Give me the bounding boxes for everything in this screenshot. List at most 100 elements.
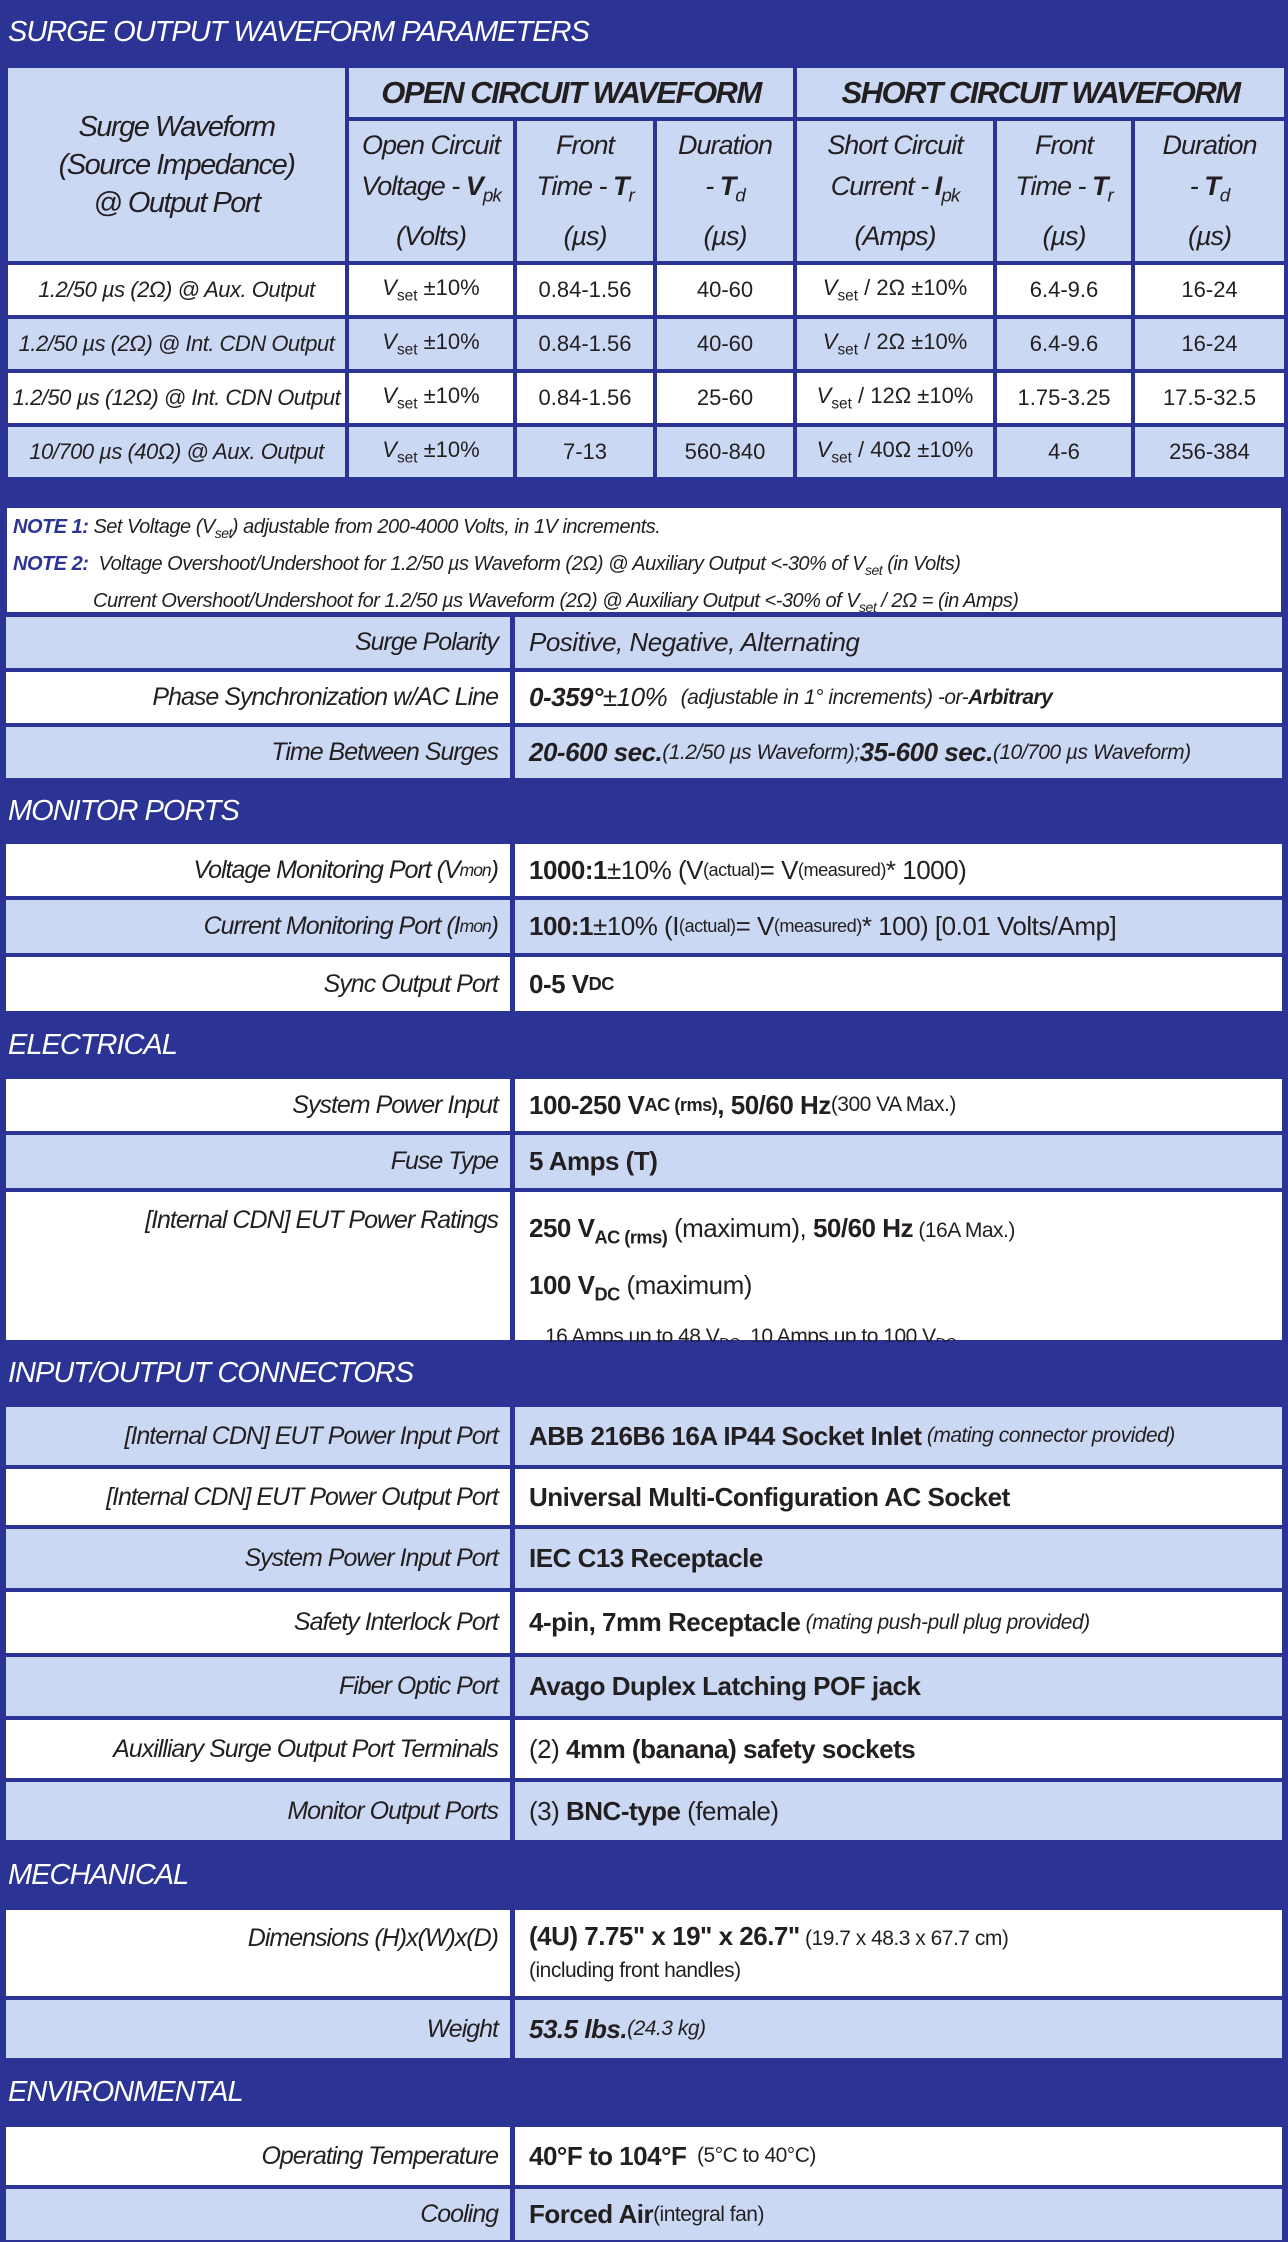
value-bold: Universal Multi-Configuration AC Socket xyxy=(529,1481,1010,1512)
waveform-cell: 10/700 µs (40Ω) @ Aux. Output xyxy=(4,423,349,481)
spec-row-sync-output: Sync Output Port 0-5 V DC xyxy=(4,955,1284,1013)
duration-sc-cell: 17.5-32.5 xyxy=(1131,369,1288,427)
spec-label: Weight xyxy=(4,1998,513,2060)
divisor: / 40Ω ±10% xyxy=(858,436,974,462)
subscript: (measured) xyxy=(797,859,887,880)
spec-row-system-power-input: System Power Input 100-250 V AC (rms), 50… xyxy=(4,1077,1284,1133)
spec-value: Avago Duplex Latching POF jack xyxy=(513,1655,1284,1718)
value-line: 100 VDC (maximum) xyxy=(529,1261,752,1318)
value-text: = V xyxy=(735,911,775,941)
value-text: * 100) [0.01 Volts/Amp] xyxy=(861,911,1117,941)
header-line: Front xyxy=(1035,129,1094,160)
header-unit: (Amps) xyxy=(854,221,937,252)
spec-value: 100:1 ±10% (I (actual) = V (measured) * 10… xyxy=(513,898,1284,955)
section-header-mechanical: MECHANICAL xyxy=(0,1842,1288,1908)
header-unit: (µs) xyxy=(563,221,607,252)
column-header: Short Circuit Current - Ipk (Amps) xyxy=(793,117,998,265)
section-title: SURGE OUTPUT WAVEFORM PARAMETERS xyxy=(8,15,590,48)
value-note: (10/700 µs Waveform) xyxy=(992,740,1191,764)
table-row: 1.2/50 µs (2Ω) @ Aux. Output Vset ±10% 0.8… xyxy=(4,261,1288,319)
header-text: Current - xyxy=(830,170,935,201)
open-circuit-group-header: OPEN CIRCUIT WAVEFORM xyxy=(344,64,798,121)
value-bold: 4-pin, 7mm Receptacle xyxy=(529,1607,801,1637)
section-title: ENVIRONMENTAL xyxy=(8,2076,244,2108)
value-note: (1.2/50 µs Waveform); xyxy=(662,740,860,764)
duration-oc-cell: 40-60 xyxy=(652,315,798,373)
value-bold: 0-5 V xyxy=(529,968,589,999)
duration-oc-cell: 25-60 xyxy=(652,369,798,427)
header-line: - Td xyxy=(1135,166,1284,217)
value-text: (maximum), xyxy=(667,1213,813,1243)
subscript: set xyxy=(859,598,877,615)
value-bold: 100 V xyxy=(529,1270,595,1301)
subscript: set xyxy=(837,341,858,359)
subscript: DC xyxy=(594,1284,620,1305)
spec-value: 1000:1 ±10% (V (actual) = V (measured) * 1… xyxy=(513,842,1284,898)
value-bold: 50/60 Hz xyxy=(812,1213,914,1243)
value-line: (4U) 7.75" x 19" x 26.7" (19.7 x 48.3 x … xyxy=(529,1920,1009,1955)
tolerance: ±10% xyxy=(423,436,480,462)
spec-label: [Internal CDN] EUT Power Input Port xyxy=(4,1405,513,1467)
divisor: / 12Ω ±10% xyxy=(858,382,974,408)
section-header-environmental: ENVIRONMENTAL xyxy=(0,2060,1288,2125)
current-cell: Vset / 2Ω ±10% xyxy=(793,261,998,319)
duration-sc-cell: 16-24 xyxy=(1131,315,1288,373)
header-line: Short Circuit xyxy=(827,129,964,160)
header-line: Current - Ipk xyxy=(797,166,993,217)
value-bold: 53.5 lbs. xyxy=(529,2013,628,2044)
spec-row-fuse-type: Fuse Type 5 Amps (T) xyxy=(4,1133,1284,1190)
spec-value: IEC C13 Receptacle xyxy=(513,1527,1284,1590)
table-row: 1.2/50 µs (12Ω) @ Int. CDN Output Vset ±1… xyxy=(4,369,1288,427)
value-line: 250 VAC (rms) (maximum), 50/60 Hz (16A M… xyxy=(529,1204,1015,1261)
subscript: set xyxy=(837,287,858,305)
table-row: 1.2/50 µs (2Ω) @ Int. CDN Output Vset ±10… xyxy=(4,315,1288,373)
column-header: Duration - Td (µs) xyxy=(652,117,798,265)
subscript: set xyxy=(396,449,418,467)
spec-row-weight: Weight 53.5 lbs. (24.3 kg) xyxy=(4,1998,1284,2060)
subscript: d xyxy=(1219,185,1230,207)
value-bold: ABB 216B6 16A IP44 Socket Inlet xyxy=(529,1420,922,1451)
value-bold: IEC C13 Receptacle xyxy=(529,1543,763,1573)
symbol: V xyxy=(465,170,484,201)
value-text: (maximum) xyxy=(619,1270,752,1301)
spec-value: Universal Multi-Configuration AC Socket xyxy=(513,1467,1284,1527)
spec-value: 40°F to 104°F (5°C to 40°C) xyxy=(513,2125,1284,2187)
front-time-sc-cell: 1.75-3.25 xyxy=(993,369,1136,427)
value-note: (19.7 x 48.3 x 67.7 cm) xyxy=(799,1926,1009,1950)
value-bold: 40°F to 104°F xyxy=(529,2140,687,2171)
value-text: = V xyxy=(759,854,799,885)
header-unit: (µs) xyxy=(1188,221,1232,252)
value-note: (16A Max.) xyxy=(913,1219,1015,1242)
spec-row-current-monitoring: Current Monitoring Port (I mon) 100:1 ±10… xyxy=(4,898,1284,955)
spec-row-io-connector: Fiber Optic Port Avago Duplex Latching PO… xyxy=(4,1655,1284,1718)
header-line: Time - Tr xyxy=(997,166,1131,217)
header-line: Duration xyxy=(677,129,773,160)
waveform-column-header: Surge Waveform (Source Impedance) @ Outp… xyxy=(4,64,349,265)
spec-row-io-connector: Auxilliary Surge Output Port Terminals (2… xyxy=(4,1718,1284,1780)
label-text: Current Monitoring Port (I xyxy=(203,912,461,940)
value-note: (24.3 kg) xyxy=(627,2017,706,2040)
voltage-cell: Vset ±10% xyxy=(345,369,517,427)
vset-symbol: V xyxy=(816,436,832,462)
front-time-oc-cell: 0.84-1.56 xyxy=(513,315,657,373)
column-header: Open Circuit Voltage - Vpk (Volts) xyxy=(345,117,517,265)
value-text: ±10% xyxy=(602,682,668,712)
spec-value: 53.5 lbs. (24.3 kg) xyxy=(513,1998,1284,2060)
subscript: AC (rms) xyxy=(594,1227,668,1248)
value-text: * 1000) xyxy=(885,854,967,885)
vset-symbol: V xyxy=(382,436,397,462)
duration-sc-cell: 16-24 xyxy=(1131,261,1288,319)
spec-label: System Power Input xyxy=(4,1077,513,1133)
header-line: Time - Tr xyxy=(517,166,653,217)
spec-label: Voltage Monitoring Port (V mon) xyxy=(4,842,513,898)
symbol: T xyxy=(612,170,629,201)
section-header-io-connectors: INPUT/OUTPUT CONNECTORS xyxy=(0,1342,1288,1405)
header-line: @ Output Port xyxy=(93,186,261,219)
spec-label: [Internal CDN] EUT Power Ratings xyxy=(4,1190,513,1342)
symbol: T xyxy=(719,170,736,201)
section-title: MECHANICAL xyxy=(8,1858,189,1891)
spec-value: 5 Amps (T) xyxy=(513,1133,1284,1190)
subscript: DC xyxy=(588,973,615,994)
spec-value: 100-250 V AC (rms), 50/60 Hz (300 VA Max.… xyxy=(513,1077,1284,1133)
note-2: NOTE 2: Voltage Overshoot/Undershoot for… xyxy=(13,549,1275,586)
